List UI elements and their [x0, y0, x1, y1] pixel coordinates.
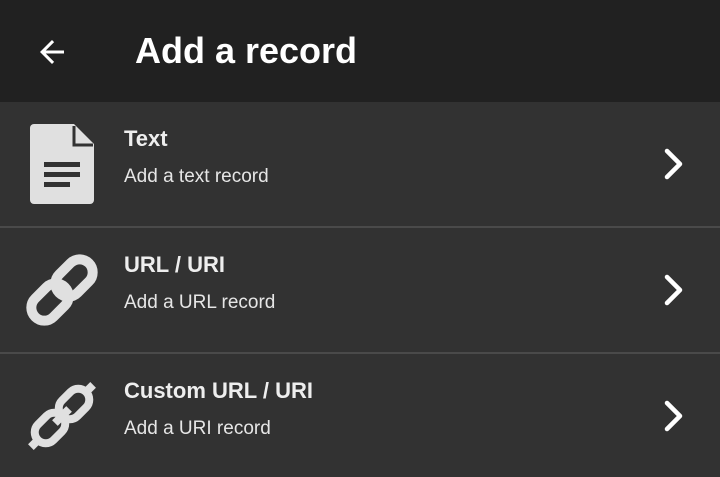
chevron-right-icon: [662, 274, 686, 306]
record-item-subtitle: Add a URI record: [124, 418, 271, 439]
record-item-url[interactable]: URL / URI Add a URL record: [0, 228, 720, 354]
add-record-screen: Add a record Text Add a text record URL …: [0, 0, 720, 477]
record-item-title: Text: [124, 126, 168, 151]
record-item-custom-url[interactable]: Custom URL / URI Add a URI record: [0, 354, 720, 477]
app-bar: Add a record: [0, 0, 720, 102]
back-button[interactable]: [28, 28, 76, 76]
record-item-title: URL / URI: [124, 252, 226, 277]
chevron-right-icon: [662, 148, 686, 180]
record-type-list: Text Add a text record URL / URI Add a U…: [0, 102, 720, 477]
page-title: Add a record: [135, 30, 358, 71]
record-item-subtitle: Add a text record: [124, 166, 269, 187]
document-text-icon: [22, 124, 102, 204]
chevron-right-icon: [662, 400, 686, 432]
record-item-subtitle: Add a URL record: [124, 292, 276, 313]
arrow-left-icon: [40, 40, 64, 64]
link-icon: [22, 250, 102, 330]
custom-link-icon: [22, 376, 102, 456]
record-item-title: Custom URL / URI: [124, 378, 314, 403]
record-item-text[interactable]: Text Add a text record: [0, 102, 720, 228]
